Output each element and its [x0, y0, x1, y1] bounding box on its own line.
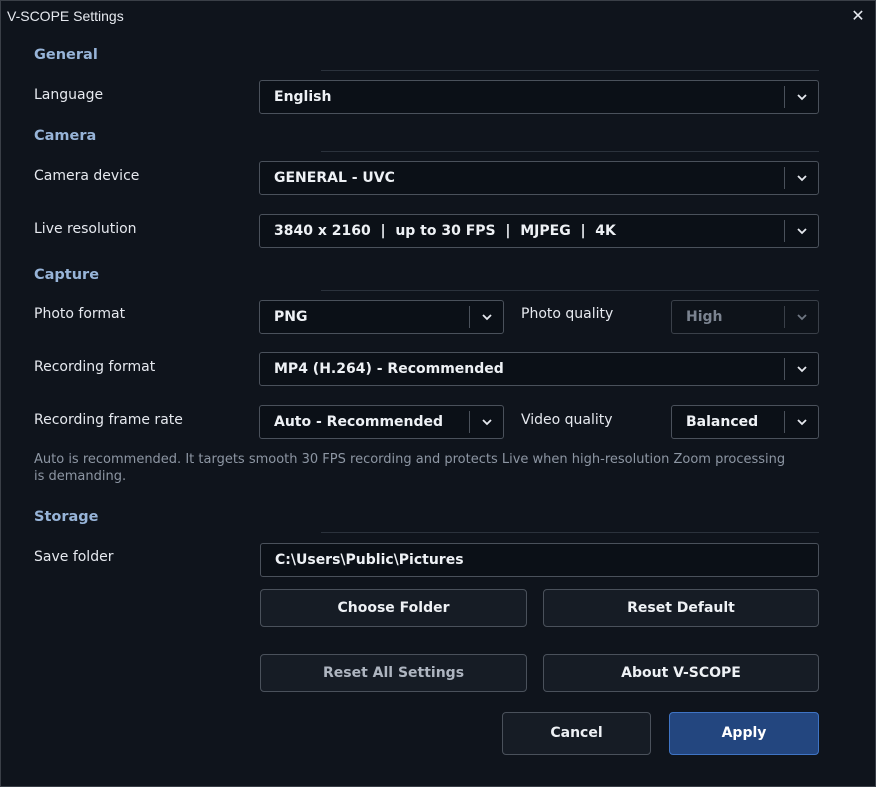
frame-rate-hint: Auto is recommended. It targets smooth 3… [34, 452, 786, 484]
apply-button[interactable]: Apply [669, 712, 819, 755]
title-bar: V-SCOPE Settings ✕ [1, 1, 875, 31]
photo-quality-label: Photo quality [521, 306, 614, 322]
section-divider [321, 70, 819, 71]
recording-frame-rate-dropdown[interactable]: Auto - Recommended [259, 405, 504, 439]
save-folder-value: C:\Users\Public\Pictures [275, 552, 464, 568]
section-storage-heading: Storage [34, 509, 99, 525]
chevron-down-icon [482, 314, 492, 321]
recording-frame-rate-label: Recording frame rate [34, 412, 183, 428]
section-divider [321, 151, 819, 152]
recording-format-dropdown[interactable]: MP4 (H.264) - Recommended [259, 352, 819, 386]
section-general-heading: General [34, 47, 98, 63]
section-divider [321, 290, 819, 291]
camera-device-value: GENERAL - UVC [274, 170, 395, 186]
reset-all-settings-button[interactable]: Reset All Settings [260, 654, 527, 692]
dropdown-divider [784, 358, 785, 380]
save-folder-field[interactable]: C:\Users\Public\Pictures [260, 543, 819, 577]
photo-quality-value: High [686, 309, 723, 325]
section-capture-heading: Capture [34, 267, 100, 283]
choose-folder-button[interactable]: Choose Folder [260, 589, 527, 627]
dropdown-divider [784, 411, 785, 433]
chevron-down-icon [797, 228, 807, 235]
language-dropdown[interactable]: English [259, 80, 819, 114]
chevron-down-icon [797, 366, 807, 373]
chevron-down-icon [797, 94, 807, 101]
cancel-button[interactable]: Cancel [502, 712, 651, 755]
window-title: V-SCOPE Settings [7, 8, 124, 24]
dropdown-divider [784, 220, 785, 242]
chevron-down-icon [797, 419, 807, 426]
frame-rate-value: Auto - Recommended [274, 414, 444, 430]
section-camera-heading: Camera [34, 128, 97, 144]
live-resolution-label: Live resolution [34, 221, 137, 237]
recording-format-label: Recording format [34, 359, 156, 375]
settings-window: V-SCOPE Settings ✕ General Language Engl… [0, 0, 876, 787]
dropdown-divider [784, 86, 785, 108]
video-quality-dropdown[interactable]: Balanced [671, 405, 819, 439]
chevron-down-icon [797, 314, 807, 321]
dropdown-divider [784, 306, 785, 328]
save-folder-label: Save folder [34, 549, 114, 565]
photo-format-dropdown[interactable]: PNG [259, 300, 504, 334]
about-button[interactable]: About V-SCOPE [543, 654, 819, 692]
chevron-down-icon [482, 419, 492, 426]
camera-device-label: Camera device [34, 168, 140, 184]
close-icon[interactable]: ✕ [847, 5, 869, 27]
live-resolution-dropdown[interactable]: 3840 x 2160 | up to 30 FPS | MJPEG | 4K [259, 214, 819, 248]
chevron-down-icon [797, 175, 807, 182]
video-quality-value: Balanced [686, 414, 759, 430]
dropdown-divider [469, 411, 470, 433]
photo-quality-dropdown: High [671, 300, 819, 334]
dropdown-divider [469, 306, 470, 328]
photo-format-value: PNG [274, 309, 308, 325]
camera-device-dropdown[interactable]: GENERAL - UVC [259, 161, 819, 195]
photo-format-label: Photo format [34, 306, 126, 322]
language-value: English [274, 89, 332, 105]
reset-default-button[interactable]: Reset Default [543, 589, 819, 627]
section-divider [321, 532, 819, 533]
video-quality-label: Video quality [521, 412, 613, 428]
dropdown-divider [784, 167, 785, 189]
recording-format-value: MP4 (H.264) - Recommended [274, 361, 504, 377]
live-resolution-value: 3840 x 2160 | up to 30 FPS | MJPEG | 4K [274, 223, 616, 239]
language-label: Language [34, 87, 104, 103]
